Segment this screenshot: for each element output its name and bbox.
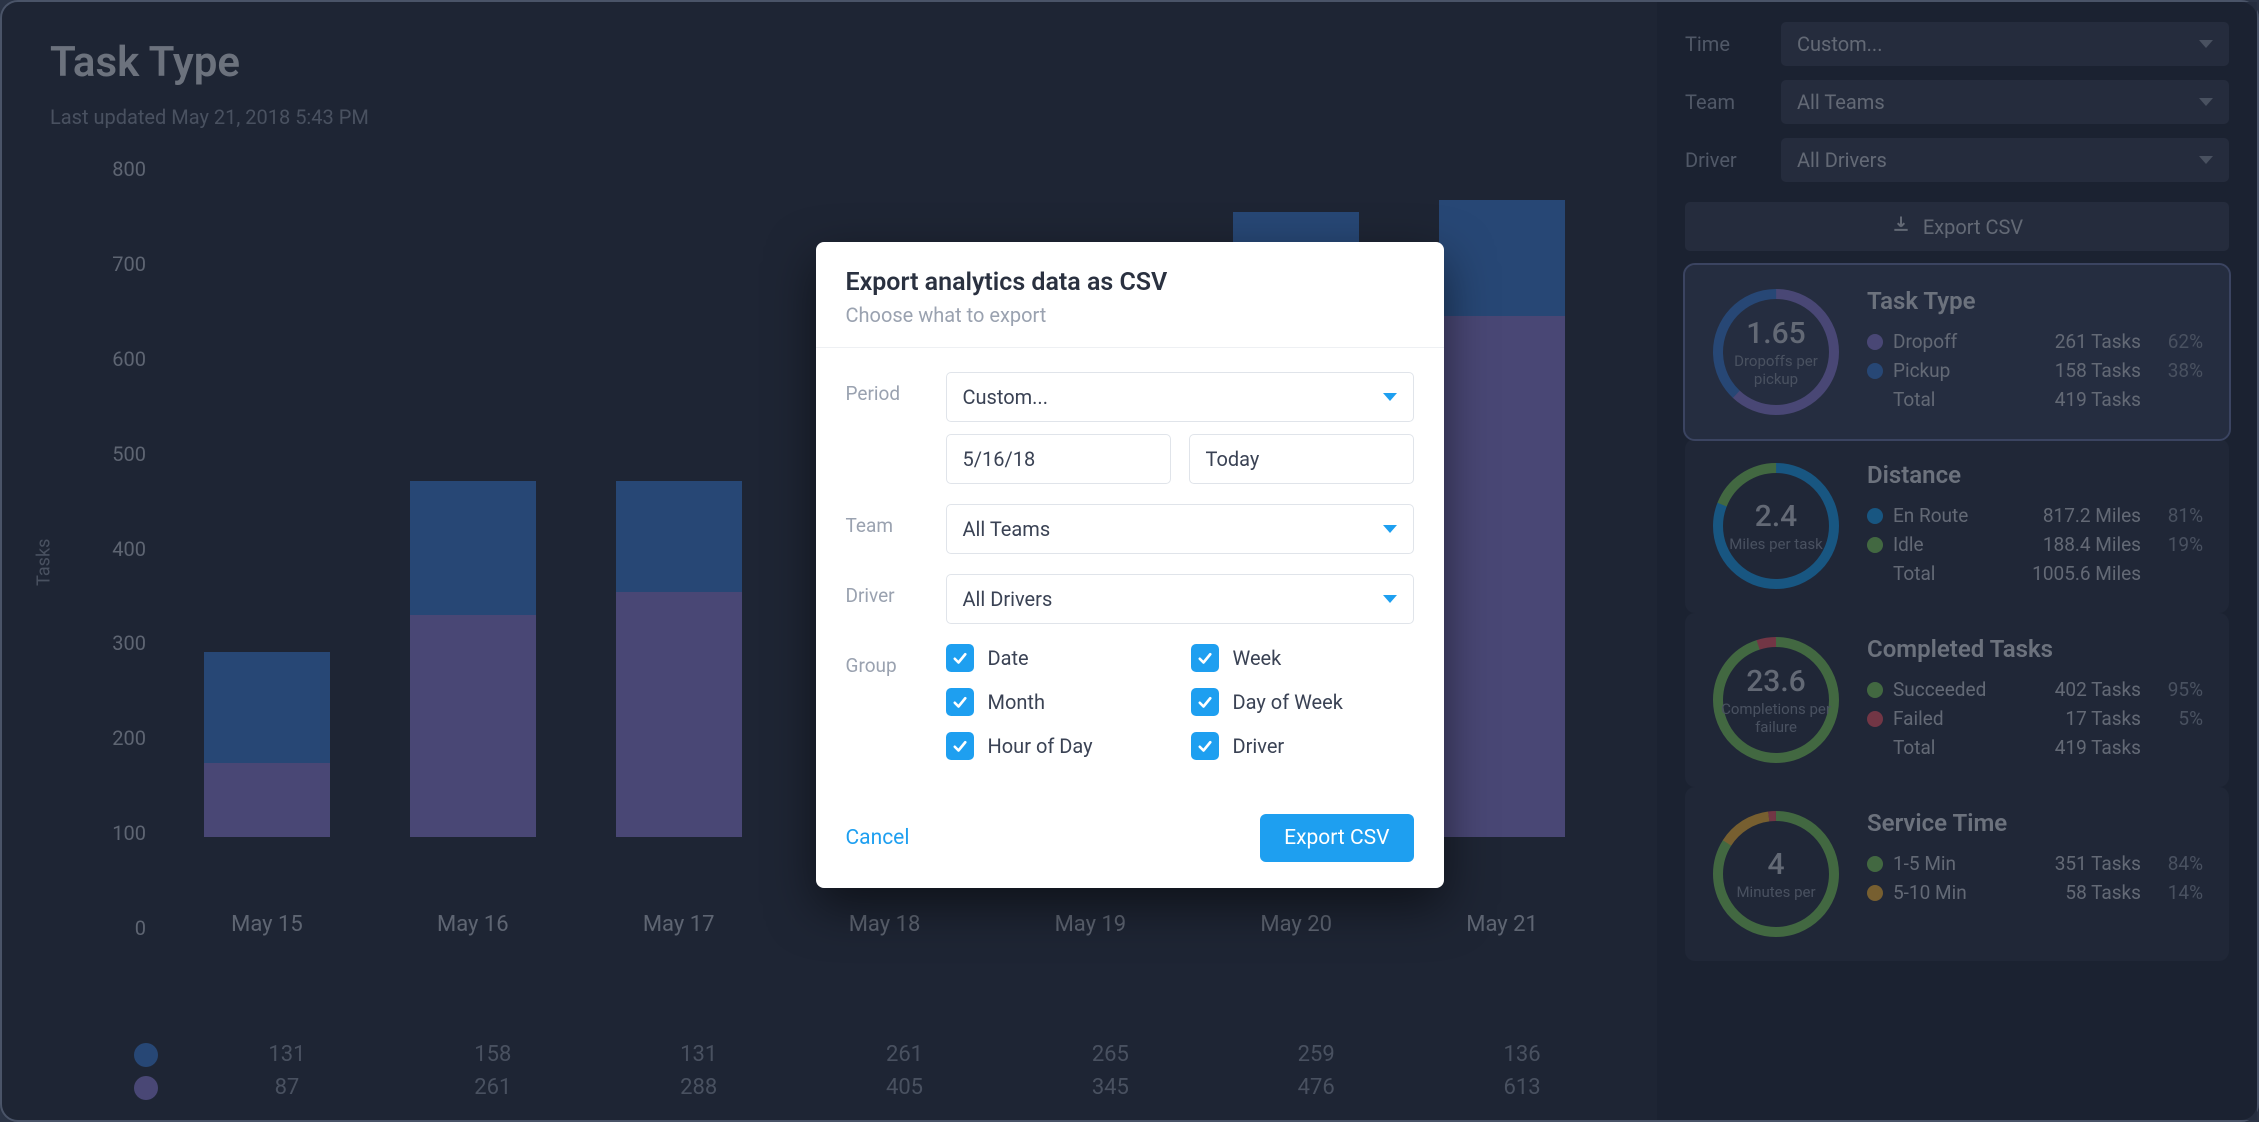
modal-period-select[interactable]: Custom... xyxy=(946,372,1414,422)
modal-team-value: All Teams xyxy=(963,517,1051,541)
checkbox-label: Hour of Day xyxy=(988,734,1093,758)
checkbox-label: Week xyxy=(1233,646,1282,670)
modal-team-select[interactable]: All Teams xyxy=(946,504,1414,554)
export-modal: Export analytics data as CSV Choose what… xyxy=(816,242,1444,888)
modal-team-label: Team xyxy=(846,504,928,537)
modal-driver-select[interactable]: All Drivers xyxy=(946,574,1414,624)
modal-date-from[interactable]: 5/16/18 xyxy=(946,434,1171,484)
modal-overlay[interactable]: Export analytics data as CSV Choose what… xyxy=(2,2,2257,1120)
modal-date-to[interactable]: Today xyxy=(1189,434,1414,484)
checkbox-icon xyxy=(1191,732,1219,760)
modal-title: Export analytics data as CSV xyxy=(846,268,1414,297)
group-checkbox[interactable]: Month xyxy=(946,688,1169,716)
checkbox-label: Month xyxy=(988,690,1045,714)
export-submit-button[interactable]: Export CSV xyxy=(1260,814,1413,862)
chevron-down-icon xyxy=(1383,393,1397,401)
modal-subtitle: Choose what to export xyxy=(846,303,1414,327)
checkbox-label: Date xyxy=(988,646,1029,670)
checkbox-icon xyxy=(1191,688,1219,716)
checkbox-icon xyxy=(946,644,974,672)
modal-driver-label: Driver xyxy=(846,574,928,607)
group-checkbox[interactable]: Date xyxy=(946,644,1169,672)
group-checkbox[interactable]: Driver xyxy=(1191,732,1414,760)
modal-period-value: Custom... xyxy=(963,385,1048,409)
group-checkbox[interactable]: Day of Week xyxy=(1191,688,1414,716)
checkbox-label: Day of Week xyxy=(1233,690,1343,714)
chevron-down-icon xyxy=(1383,525,1397,533)
modal-period-label: Period xyxy=(846,372,928,405)
checkbox-icon xyxy=(946,732,974,760)
group-checkbox[interactable]: Week xyxy=(1191,644,1414,672)
checkbox-icon xyxy=(1191,644,1219,672)
checkbox-label: Driver xyxy=(1233,734,1285,758)
modal-driver-value: All Drivers xyxy=(963,587,1053,611)
group-checkbox[interactable]: Hour of Day xyxy=(946,732,1169,760)
checkbox-icon xyxy=(946,688,974,716)
chevron-down-icon xyxy=(1383,595,1397,603)
modal-group-label: Group xyxy=(846,644,928,677)
cancel-button[interactable]: Cancel xyxy=(846,826,910,850)
